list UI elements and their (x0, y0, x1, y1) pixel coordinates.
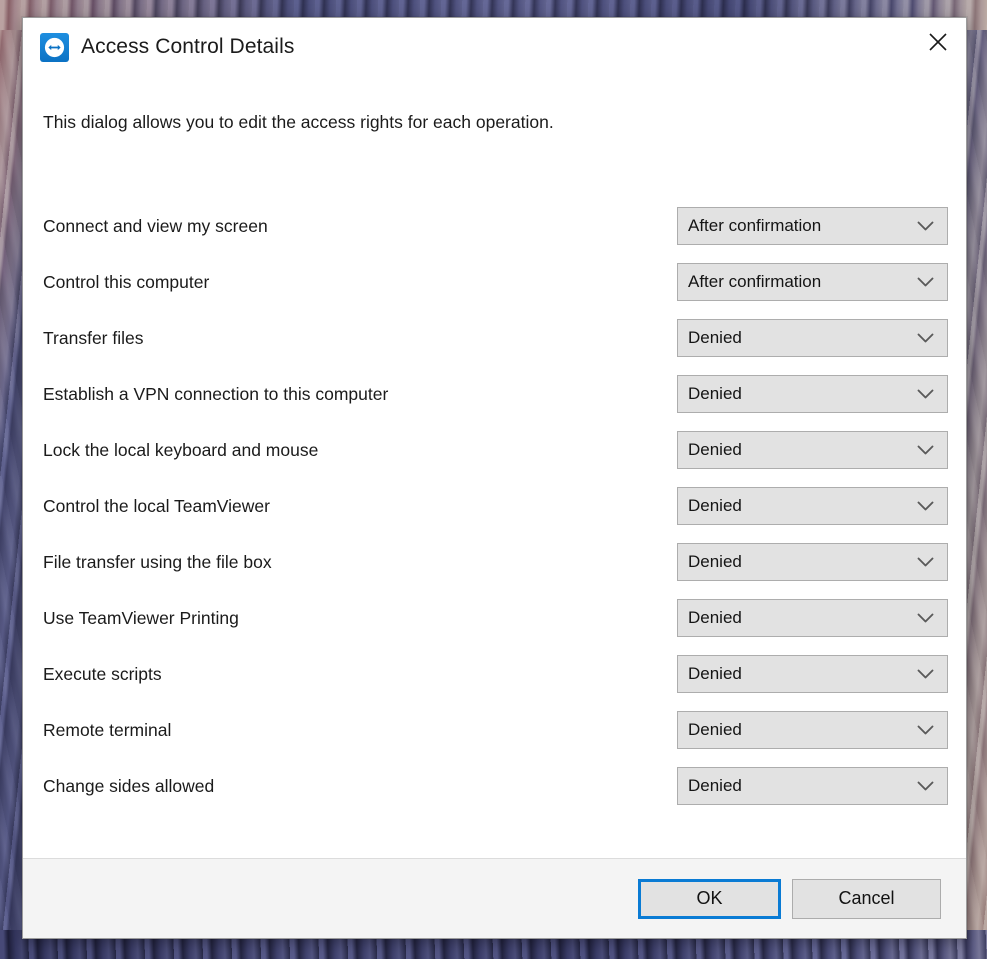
permission-select[interactable]: After confirmation (677, 207, 948, 245)
permission-select-value: Denied (688, 552, 742, 571)
permission-row: Use TeamViewer Printing Denied (41, 590, 948, 646)
dialog-titlebar: Access Control Details (23, 18, 966, 76)
permission-select[interactable]: Denied (677, 543, 948, 581)
permission-select[interactable]: After confirmation (677, 263, 948, 301)
permission-label: Establish a VPN connection to this compu… (43, 383, 389, 404)
permission-select-value: After confirmation (688, 272, 822, 291)
permission-label: File transfer using the file box (43, 551, 272, 572)
chevron-down-icon (916, 329, 934, 347)
permission-select[interactable]: Denied (677, 375, 948, 413)
chevron-down-icon (916, 441, 934, 459)
permission-label: Control the local TeamViewer (43, 495, 270, 516)
permission-select[interactable]: Denied (677, 319, 948, 357)
permission-row: Control this computer After confirmation (41, 254, 948, 310)
chevron-down-icon (916, 609, 934, 627)
permission-row: Execute scripts Denied (41, 646, 948, 702)
permission-select-value: Denied (688, 776, 742, 795)
permission-label: Remote terminal (43, 719, 172, 740)
permission-label: Connect and view my screen (43, 215, 268, 236)
permission-select-value: Denied (688, 440, 742, 459)
permission-select[interactable]: Denied (677, 655, 948, 693)
cancel-button[interactable]: Cancel (792, 878, 941, 919)
permission-row: Change sides allowed Denied (41, 758, 948, 814)
chevron-down-icon (916, 273, 934, 291)
ok-button[interactable]: OK (638, 878, 781, 919)
permission-label: Change sides allowed (43, 775, 215, 796)
permission-label: Control this computer (43, 271, 210, 292)
permission-select-value: After confirmation (688, 216, 822, 235)
permission-label: Use TeamViewer Printing (43, 607, 239, 628)
permission-select[interactable]: Denied (677, 487, 948, 525)
permission-select-value: Denied (688, 496, 742, 515)
permission-select-value: Denied (688, 720, 742, 739)
close-icon[interactable] (910, 18, 966, 66)
permission-label: Lock the local keyboard and mouse (43, 439, 319, 460)
permission-row: Establish a VPN connection to this compu… (41, 366, 948, 422)
dialog-description: This dialog allows you to edit the acces… (43, 112, 554, 132)
permission-label: Transfer files (43, 327, 144, 348)
chevron-down-icon (916, 497, 934, 515)
chevron-down-icon (916, 217, 934, 235)
chevron-down-icon (916, 777, 934, 795)
teamviewer-logo-icon (40, 32, 69, 62)
permission-select-value: Denied (688, 384, 742, 403)
chevron-down-icon (916, 385, 934, 403)
permission-row: Transfer files Denied (41, 310, 948, 366)
dialog-footer: OK Cancel (23, 858, 966, 938)
permission-select[interactable]: Denied (677, 431, 948, 469)
permission-select-value: Denied (688, 664, 742, 683)
permissions-list: Connect and view my screen After confirma… (41, 198, 948, 814)
access-control-details-dialog: Access Control Details This dialog allow… (22, 17, 967, 939)
chevron-down-icon (916, 721, 934, 739)
dialog-body: This dialog allows you to edit the acces… (23, 76, 966, 858)
permission-select-value: Denied (688, 608, 742, 627)
permission-row: Remote terminal Denied (41, 702, 948, 758)
permission-select-value: Denied (688, 328, 742, 347)
permission-row: File transfer using the file box Denied (41, 534, 948, 590)
permission-label: Execute scripts (43, 663, 162, 684)
permission-select[interactable]: Denied (677, 711, 948, 749)
permission-select[interactable]: Denied (677, 767, 948, 805)
permission-row: Connect and view my screen After confirma… (41, 198, 948, 254)
chevron-down-icon (916, 553, 934, 571)
dialog-title: Access Control Details (81, 35, 295, 58)
chevron-down-icon (916, 665, 934, 683)
permission-select[interactable]: Denied (677, 599, 948, 637)
permission-row: Control the local TeamViewer Denied (41, 478, 948, 534)
permission-row: Lock the local keyboard and mouse Denied (41, 422, 948, 478)
